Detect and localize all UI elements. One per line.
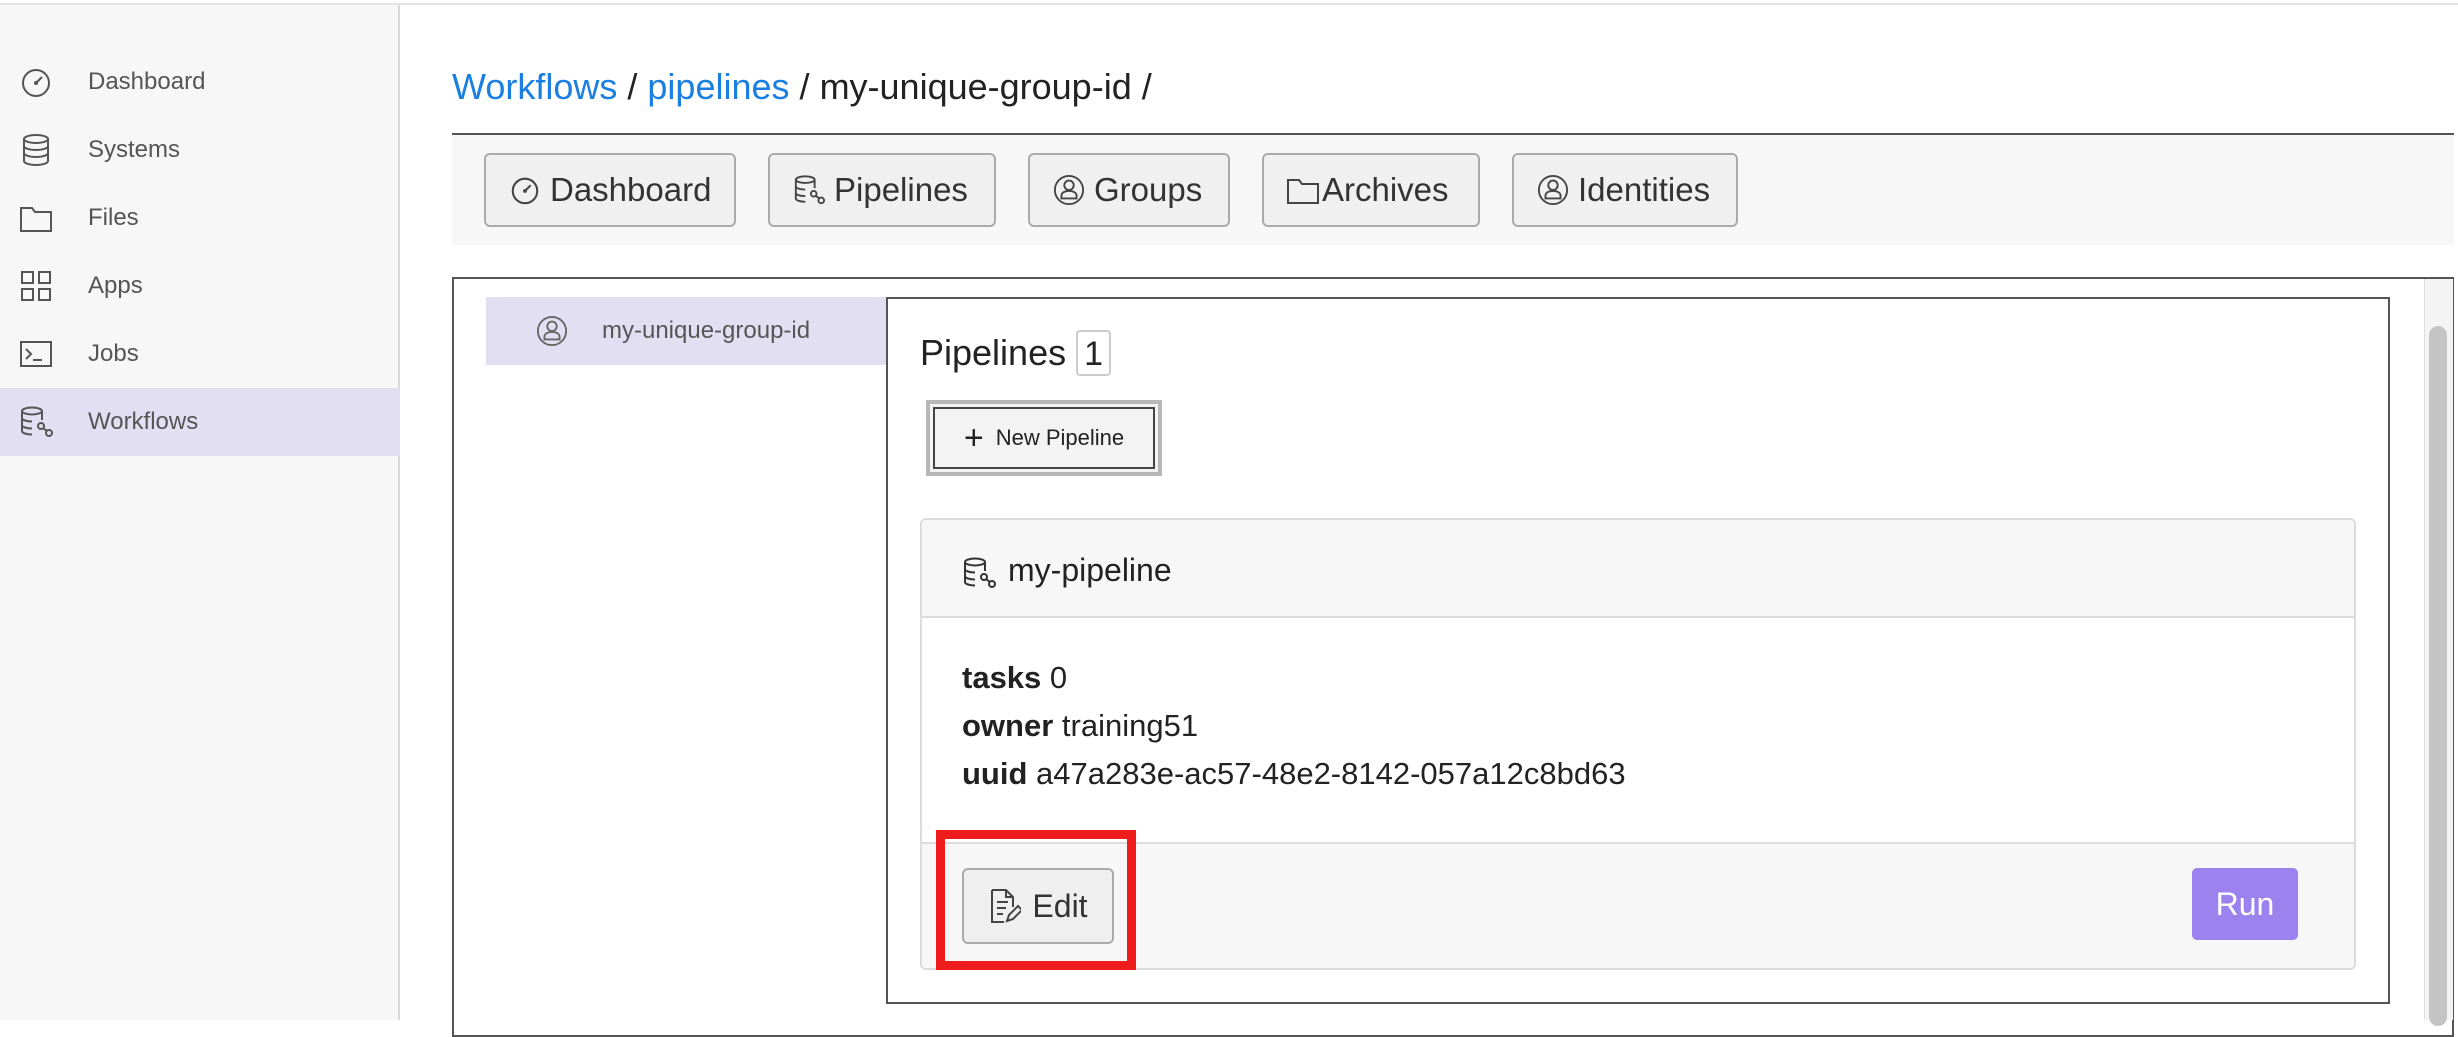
pipeline-details: tasks 0 owner training51 uuid a47a283e-a…: [962, 654, 1626, 798]
new-pipeline-label: New Pipeline: [995, 425, 1125, 450]
breadcrumb-separator: /: [1141, 66, 1152, 107]
sidebar-item-label: Jobs: [88, 340, 139, 367]
pipeline-owner-row: owner training51: [962, 702, 1626, 750]
scrollbar-thumb[interactable]: [2429, 326, 2447, 1026]
user-circle-icon: [1536, 173, 1570, 207]
breadcrumb-link-workflows[interactable]: Workflows: [452, 66, 617, 107]
toolbar-identities-label: Identities: [1578, 171, 1711, 208]
owner-value: training51: [1061, 708, 1199, 743]
toolbar-groups-button[interactable]: Groups: [1028, 153, 1230, 227]
edit-pipeline-button[interactable]: Edit: [962, 868, 1114, 944]
pipeline-icon: [18, 404, 54, 440]
user-circle-icon: [1052, 173, 1086, 207]
toolbar-identities-button[interactable]: Identities: [1512, 153, 1738, 227]
breadcrumb-link-pipelines[interactable]: pipelines: [647, 66, 789, 107]
sidebar-item-label: Workflows: [88, 408, 199, 435]
toolbar-groups-label: Groups: [1094, 171, 1203, 208]
folder-icon: [1286, 173, 1320, 207]
sidebar-item-systems[interactable]: Systems: [0, 116, 400, 184]
toolbar-archives-label: Archives: [1322, 171, 1449, 208]
uuid-label: uuid: [962, 756, 1028, 791]
database-icon: [18, 132, 54, 168]
pipelines-title: Pipelines: [920, 332, 1067, 373]
run-pipeline-button[interactable]: Run: [2192, 868, 2298, 940]
pipeline-card-footer: [922, 842, 2354, 968]
sidebar-item-label: Files: [88, 204, 139, 231]
breadcrumb: Workflows / pipelines / my-unique-group-…: [452, 66, 1152, 108]
toolbar-archives-button[interactable]: Archives: [1262, 153, 1480, 227]
uuid-value: a47a283e-ac57-48e2-8142-057a12c8bd63: [1036, 756, 1626, 791]
sidebar: Dashboard Systems Files Apps Jobs Workfl…: [0, 5, 400, 1020]
sidebar-item-workflows[interactable]: Workflows: [0, 388, 400, 456]
file-edit-icon: [988, 888, 1022, 924]
workflows-toolbar: Dashboard Pipelines Groups Archives Iden…: [452, 135, 2454, 245]
group-list-item[interactable]: my-unique-group-id: [486, 297, 888, 365]
toolbar-dashboard-button[interactable]: Dashboard: [484, 153, 736, 227]
terminal-icon: [18, 336, 54, 372]
sidebar-item-apps[interactable]: Apps: [0, 252, 400, 320]
pipeline-uuid-row: uuid a47a283e-ac57-48e2-8142-057a12c8bd6…: [962, 750, 1626, 798]
sidebar-item-jobs[interactable]: Jobs: [0, 320, 400, 388]
toolbar-pipelines-button[interactable]: Pipelines: [768, 153, 996, 227]
sidebar-item-label: Apps: [88, 272, 143, 299]
gauge-icon: [18, 64, 54, 100]
pipelines-heading: Pipelines 1: [920, 330, 1112, 376]
plus-icon: +: [963, 419, 984, 457]
owner-label: owner: [962, 708, 1054, 743]
breadcrumb-current-group: my-unique-group-id: [819, 66, 1132, 107]
edit-label: Edit: [1032, 887, 1088, 924]
breadcrumb-separator: /: [799, 66, 810, 107]
pipeline-name: my-pipeline: [1008, 552, 1172, 588]
pipeline-tasks-row: tasks 0: [962, 654, 1626, 702]
pipeline-icon: [962, 556, 998, 592]
sidebar-item-dashboard[interactable]: Dashboard: [0, 48, 400, 116]
grid-icon: [18, 268, 54, 304]
gauge-icon: [508, 173, 542, 207]
pipeline-icon: [792, 173, 826, 207]
sidebar-item-label: Dashboard: [88, 68, 206, 95]
tasks-value: 0: [1049, 660, 1068, 695]
new-pipeline-button[interactable]: + New Pipeline: [926, 400, 1162, 476]
pipeline-card: my-pipeline tasks 0 owner training51 uui…: [920, 518, 2356, 970]
tasks-label: tasks: [962, 660, 1042, 695]
toolbar-pipelines-label: Pipelines: [834, 171, 968, 208]
breadcrumb-separator: /: [627, 66, 638, 107]
pipeline-card-header: my-pipeline: [922, 520, 2354, 618]
sidebar-item-files[interactable]: Files: [0, 184, 400, 252]
toolbar-dashboard-label: Dashboard: [550, 171, 712, 208]
sidebar-item-label: Systems: [88, 136, 181, 163]
group-list-item-label: my-unique-group-id: [602, 317, 811, 344]
pipelines-count-badge: 1: [1076, 330, 1112, 376]
user-circle-icon: [534, 313, 570, 349]
folder-icon: [18, 200, 54, 236]
